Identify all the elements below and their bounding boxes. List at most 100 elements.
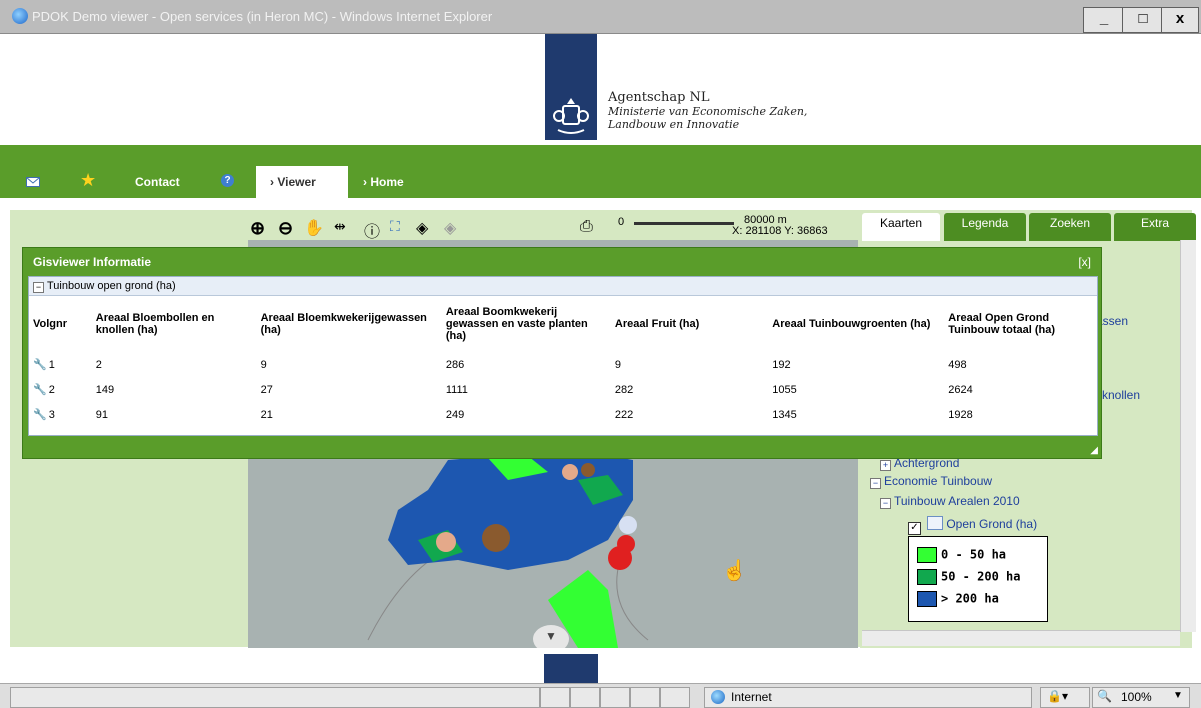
magnifier-icon: 🔍 xyxy=(1097,689,1112,703)
column-header: Volgnr xyxy=(33,318,68,330)
legend-item: 0 - 50 ha xyxy=(917,547,1006,563)
nav-contact[interactable]: Contact xyxy=(135,175,180,189)
table-cell: 249 xyxy=(445,408,465,421)
column-header: Areaal Fruit (ha) xyxy=(614,318,700,330)
status-cell xyxy=(660,687,690,708)
nav-viewer[interactable]: › Viewer xyxy=(256,166,348,198)
table-row[interactable]: 🔧 3 91 21 249 222 1345 1928 xyxy=(29,402,1097,427)
tab-legenda[interactable]: Legenda xyxy=(944,213,1026,241)
table-cell: 1055 xyxy=(772,383,797,396)
nav-bar: ★ Contact ? › Viewer › Home xyxy=(0,145,1201,198)
cursor-icon: ☝ xyxy=(722,560,747,582)
previous-extent-icon[interactable]: ◈ xyxy=(416,218,428,238)
lock-icon: 🔒▾ xyxy=(1047,689,1068,703)
tree-label: Economie Tuinbouw xyxy=(884,474,993,488)
map-legend: 0 - 50 ha 50 - 200 ha > 200 ha xyxy=(908,536,1048,622)
legend-label: > 200 ha xyxy=(941,591,999,606)
tree-item-arealen[interactable]: − Tuinbouw Arealen 2010 xyxy=(880,494,1020,509)
legend-item: > 200 ha xyxy=(917,591,999,607)
legend-swatch xyxy=(917,569,937,585)
panel-vertical-scrollbar[interactable] xyxy=(1180,240,1196,632)
collapse-icon[interactable]: − xyxy=(880,498,891,509)
tree-label: Tuinbouw Arealen 2010 xyxy=(894,494,1020,508)
collapse-icon[interactable]: − xyxy=(33,282,44,293)
group-label: Tuinbouw open grond (ha) xyxy=(47,280,176,292)
zoom-in-icon[interactable]: ⊕ xyxy=(250,218,265,239)
info-icon[interactable]: ⓘ xyxy=(364,218,380,242)
zoom-to-feature-icon[interactable]: 🔧 xyxy=(33,409,47,421)
popup-close-button[interactable]: [x] xyxy=(1078,255,1091,269)
maximize-button[interactable]: □ xyxy=(1122,7,1164,33)
popup-header[interactable]: Gisviewer Informatie [x] xyxy=(23,248,1101,274)
help-icon[interactable]: ? xyxy=(221,174,234,187)
table-cell: 149 xyxy=(95,383,115,396)
table-cell: 9 xyxy=(260,358,267,371)
panel-horizontal-scrollbar[interactable] xyxy=(862,630,1180,646)
table-cell: 282 xyxy=(614,383,634,396)
ministry-line-2: Landbouw en Innovatie xyxy=(608,118,740,131)
column-header: Areaal Bloemkwekerijgewassen (ha) xyxy=(260,312,427,336)
tree-label: Open Grond (ha) xyxy=(946,517,1038,531)
row-number-cell: 🔧 2 xyxy=(29,377,92,402)
next-extent-icon[interactable]: ◈ xyxy=(444,218,456,238)
table-cell: 27 xyxy=(260,383,273,396)
column-header: Areaal Boomkwekerij gewassen en vaste pl… xyxy=(445,306,588,342)
scale-bar xyxy=(634,222,734,225)
chevron-down-icon: ▼ xyxy=(1173,690,1183,701)
tab-kaarten[interactable]: Kaarten xyxy=(862,213,940,241)
coordinate-readout: X: 281108 Y: 36863 xyxy=(732,225,828,237)
print-icon[interactable]: ⎙ xyxy=(580,218,593,236)
zoom-out-icon[interactable]: ⊖ xyxy=(278,218,293,239)
column-header: Areaal Open Grond Tuinbouw totaal (ha) xyxy=(948,312,1056,336)
popup-title: Gisviewer Informatie xyxy=(33,255,152,269)
globe-icon xyxy=(711,690,725,704)
legend-swatch xyxy=(917,547,937,563)
mail-icon[interactable] xyxy=(26,177,40,187)
table-row[interactable]: 🔧 1 2 9 286 9 192 498 xyxy=(29,352,1097,377)
info-popup: Gisviewer Informatie [x] − Tuinbouw open … xyxy=(22,247,1102,459)
window-title: PDOK Demo viewer - Open services (in Her… xyxy=(32,9,493,24)
zoom-to-feature-icon[interactable]: 🔧 xyxy=(33,384,47,396)
pan-down-button[interactable]: ▼ xyxy=(533,625,569,648)
security-cell[interactable]: 🔒▾ xyxy=(1040,687,1090,708)
agency-name: Agentschap NL xyxy=(608,90,710,105)
row-number-cell: 🔧 3 xyxy=(29,402,92,427)
legend-label: 50 - 200 ha xyxy=(941,569,1021,584)
group-row[interactable]: − Tuinbouw open grond (ha) xyxy=(29,277,1097,296)
table-cell: 21 xyxy=(260,408,273,421)
crest-icon xyxy=(552,94,590,138)
zone-cell: Internet xyxy=(704,687,1032,708)
status-cell xyxy=(540,687,570,708)
table-cell: 1111 xyxy=(445,383,468,396)
table-row[interactable]: 🔧 2 149 27 1111 282 1055 2624 xyxy=(29,377,1097,402)
tab-extra[interactable]: Extra xyxy=(1114,213,1196,241)
legend-item: 50 - 200 ha xyxy=(917,569,1020,585)
info-table: Volgnr Areaal Bloembollen en knollen (ha)… xyxy=(29,296,1097,427)
layer-checkbox[interactable]: ✓ xyxy=(908,522,921,535)
row-number: 1 xyxy=(48,359,55,371)
tab-zoeken[interactable]: Zoeken xyxy=(1029,213,1111,241)
close-window-button[interactable]: x xyxy=(1161,7,1199,33)
zoom-level-button[interactable]: 🔍 100% ▼ xyxy=(1092,687,1190,708)
layer-icon xyxy=(927,516,944,530)
minimize-button[interactable]: _ xyxy=(1083,7,1125,33)
row-number: 3 xyxy=(48,409,55,421)
nav-home[interactable]: › Home xyxy=(363,175,404,189)
zoom-to-feature-icon[interactable]: 🔧 xyxy=(33,359,47,371)
popup-body: − Tuinbouw open grond (ha) Volgnr Areaal B… xyxy=(28,276,1098,436)
tree-item-economie[interactable]: − Economie Tuinbouw xyxy=(870,474,992,489)
legend-swatch xyxy=(917,591,937,607)
table-cell: 498 xyxy=(948,358,967,371)
full-extent-icon[interactable]: ⛶ xyxy=(390,218,400,235)
tree-item-open-grond[interactable]: ✓ Open Grond (ha) xyxy=(908,516,1037,535)
expand-icon[interactable]: + xyxy=(880,460,891,471)
resize-handle[interactable]: ◢ xyxy=(1090,445,1098,456)
favorite-icon[interactable]: ★ xyxy=(80,170,96,191)
pan-icon[interactable]: ✋ xyxy=(304,218,324,238)
agency-text: Agentschap NL Ministerie van Economische… xyxy=(608,90,807,131)
column-header: Areaal Tuinbouwgroenten (ha) xyxy=(772,318,931,330)
status-bar: Internet 🔒▾ 🔍 100% ▼ xyxy=(0,683,1201,708)
table-cell: 2 xyxy=(95,358,102,371)
collapse-icon[interactable]: − xyxy=(870,478,881,489)
measure-icon[interactable]: ⇹ xyxy=(334,218,346,235)
